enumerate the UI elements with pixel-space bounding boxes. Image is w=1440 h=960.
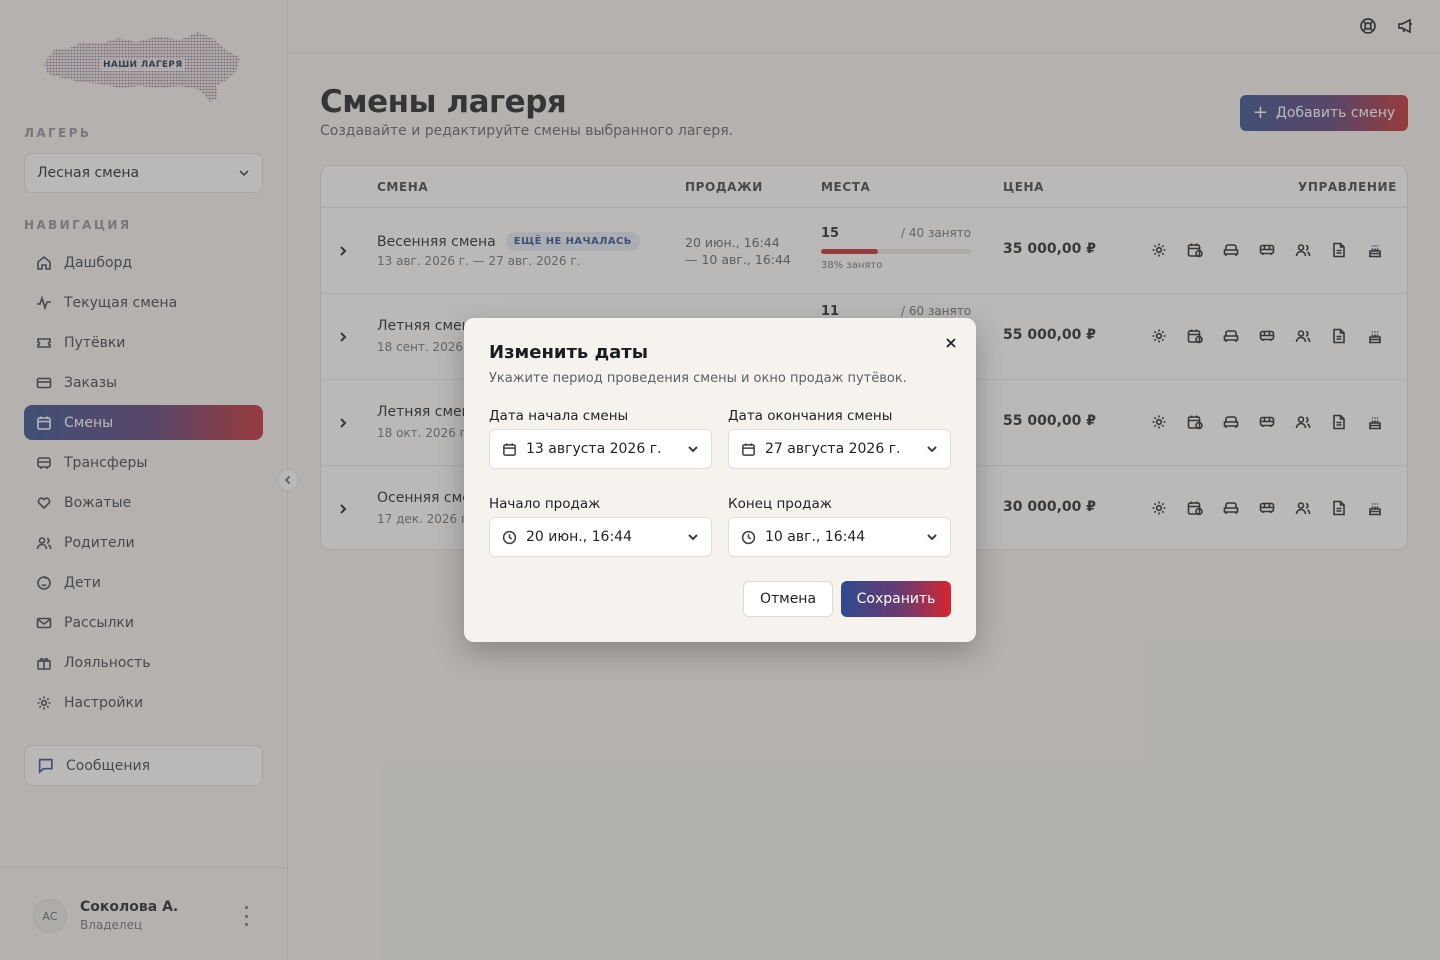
close-icon[interactable] — [943, 335, 959, 351]
start-date-picker[interactable]: 13 августа 2026 г. — [489, 429, 712, 469]
clock-icon — [502, 530, 517, 544]
sales-end-label: Конец продаж — [728, 496, 832, 512]
clock-icon — [741, 530, 756, 544]
sales-end-value: 10 авг., 16:44 — [765, 529, 866, 545]
sales-start-label: Начало продаж — [489, 496, 601, 512]
save-button[interactable]: Сохранить — [841, 581, 951, 617]
sales-start-value: 20 июн., 16:44 — [526, 529, 632, 545]
chevron-down-icon — [927, 534, 937, 541]
end-date-value: 27 августа 2026 г. — [765, 441, 901, 457]
sales-end-picker[interactable]: 10 авг., 16:44 — [728, 517, 951, 557]
start-date-label: Дата начала смены — [489, 408, 629, 424]
dialog-description: Укажите период проведения смены и окно п… — [489, 371, 907, 386]
chevron-down-icon — [927, 446, 937, 453]
end-date-label: Дата окончания смены — [728, 408, 893, 424]
chevron-down-icon — [688, 446, 698, 453]
dialog-title: Изменить даты — [489, 342, 648, 363]
sales-start-picker[interactable]: 20 июн., 16:44 — [489, 517, 712, 557]
calendar-icon — [742, 442, 755, 456]
edit-dates-dialog: Изменить даты Укажите период проведения … — [464, 318, 976, 642]
end-date-picker[interactable]: 27 августа 2026 г. — [728, 429, 951, 469]
start-date-value: 13 августа 2026 г. — [526, 441, 662, 457]
chevron-down-icon — [688, 534, 698, 541]
calendar-icon — [503, 442, 516, 456]
cancel-button[interactable]: Отмена — [743, 581, 833, 617]
